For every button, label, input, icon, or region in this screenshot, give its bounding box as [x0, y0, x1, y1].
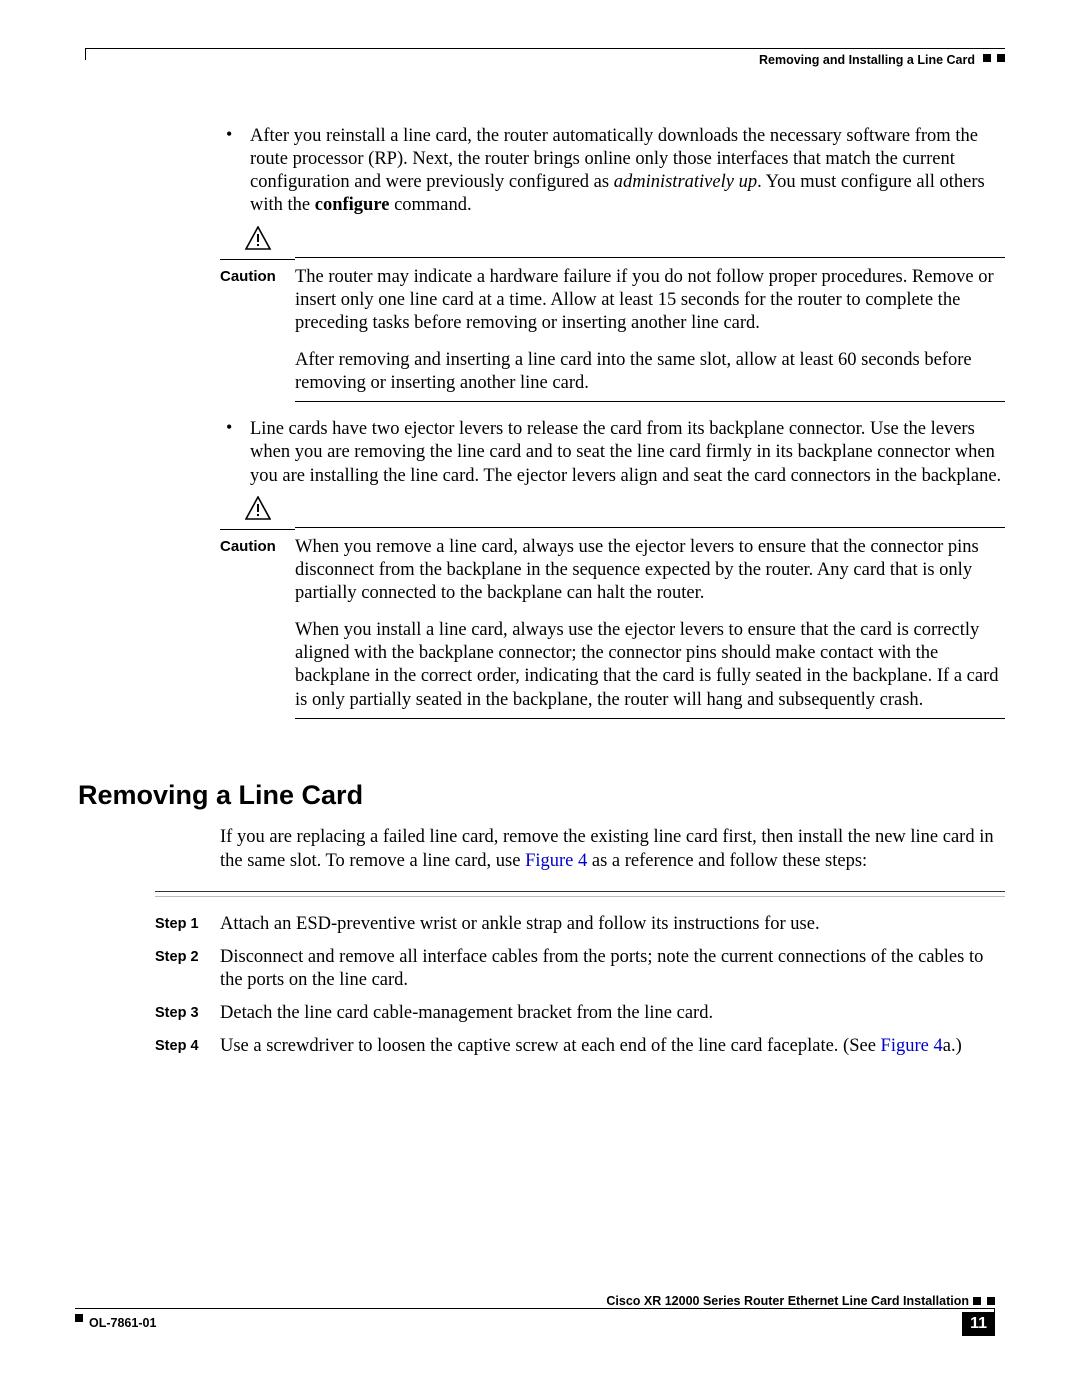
step-text: Use a screwdriver to loosen the captive … [220, 1035, 1005, 1058]
step-text: Attach an ESD-preventive wrist or ankle … [220, 913, 1005, 936]
caution-text: When you remove a line card, always use … [295, 536, 1005, 718]
paragraph: When you install a line card, always use… [295, 619, 1005, 712]
step-row: Step 4 Use a screwdriver to loosen the c… [155, 1035, 1005, 1058]
section-intro: If you are replacing a failed line card,… [220, 826, 1005, 872]
bullet-item: • After you reinstall a line card, the r… [220, 125, 1005, 218]
paragraph: After removing and inserting a line card… [295, 349, 1005, 395]
step-row: Step 3 Detach the line card cable-manage… [155, 1002, 1005, 1025]
paragraph: The router may indicate a hardware failu… [295, 266, 1005, 335]
page-number: 11 [962, 1312, 995, 1336]
bullet-text: Line cards have two ejector levers to re… [250, 418, 1005, 487]
step-text: Detach the line card cable-management br… [220, 1002, 1005, 1025]
paragraph: When you remove a line card, always use … [295, 536, 1005, 605]
caution-label: Caution [220, 536, 295, 718]
figure-link[interactable]: Figure 4 [525, 851, 587, 871]
text-bold: configure [315, 195, 390, 215]
caution-block: Caution The router may indicate a hardwa… [220, 226, 1005, 403]
caution-label: Caution [220, 266, 295, 402]
figure-link[interactable]: Figure 4 [881, 1036, 943, 1056]
step-label: Step 1 [155, 913, 220, 936]
bullet-text: After you reinstall a line card, the rou… [250, 125, 1005, 218]
step-text: Disconnect and remove all interface cabl… [220, 946, 1005, 992]
step-label: Step 2 [155, 946, 220, 992]
bullet-dot-icon: • [220, 418, 250, 487]
text-italic: administratively up [614, 172, 757, 192]
warning-triangle-icon [245, 496, 271, 527]
caution-block: Caution When you remove a line card, alw… [220, 496, 1005, 719]
text-fragment: command. [389, 195, 471, 215]
text-fragment: Use a screwdriver to loosen the captive … [220, 1036, 881, 1056]
step-label: Step 4 [155, 1035, 220, 1058]
step-row: Step 2 Disconnect and remove all interfa… [155, 946, 1005, 992]
step-label: Step 3 [155, 1002, 220, 1025]
text-fragment: a.) [943, 1036, 962, 1056]
bullet-dot-icon: • [220, 125, 250, 218]
footer-doc-code: OL-7861-01 [89, 1316, 156, 1332]
section-heading: Removing a Line Card [78, 779, 1005, 813]
bullet-item: • Line cards have two ejector levers to … [220, 418, 1005, 487]
page-footer: Cisco XR 12000 Series Router Ethernet Li… [75, 1300, 1005, 1350]
text-fragment: as a reference and follow these steps: [587, 851, 867, 871]
page-header-rule: Removing and Installing a Line Card [75, 40, 1005, 68]
step-row: Step 1 Attach an ESD-preventive wrist or… [155, 913, 1005, 936]
warning-triangle-icon [245, 226, 271, 257]
running-header-title: Removing and Installing a Line Card [759, 53, 975, 69]
caution-text: The router may indicate a hardware failu… [295, 266, 1005, 402]
steps-divider-rule [155, 891, 1005, 903]
